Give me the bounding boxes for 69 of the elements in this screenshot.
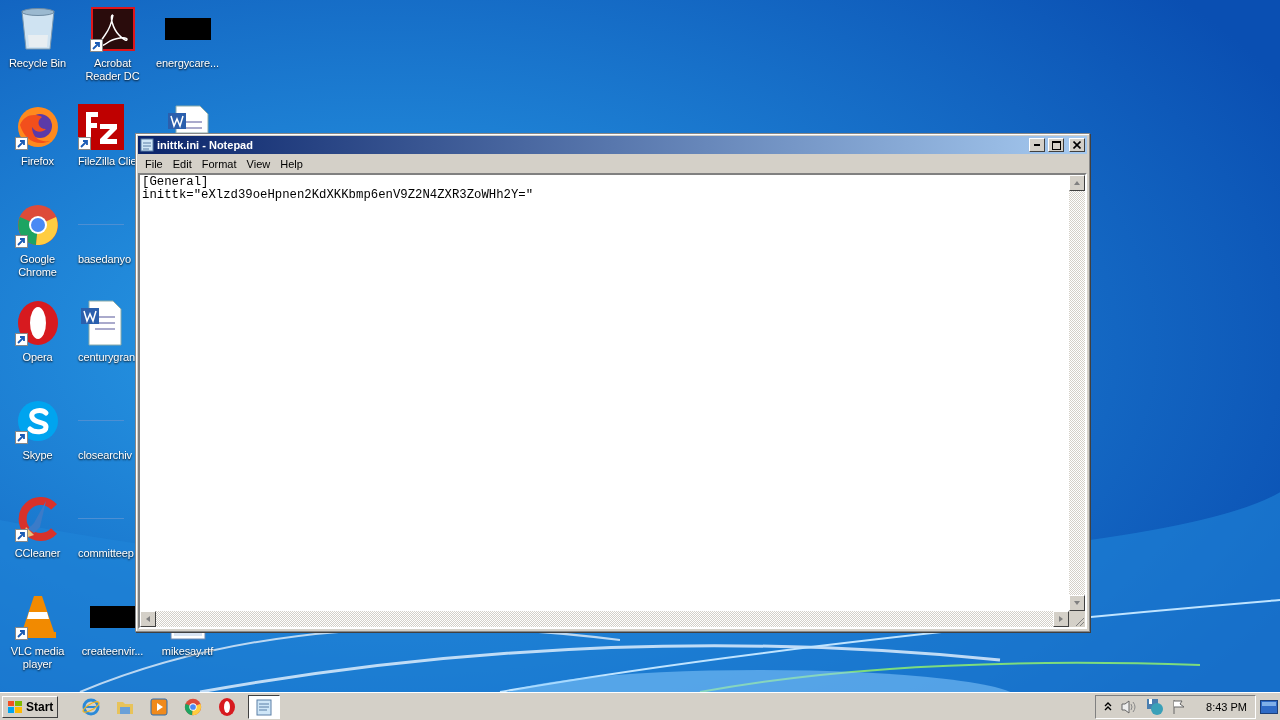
network-icon[interactable] bbox=[1146, 697, 1165, 716]
start-button[interactable]: Start bbox=[2, 695, 59, 718]
redaction-block-icon bbox=[164, 18, 211, 40]
desktop-icon-label[interactable]: VLC media player bbox=[0, 645, 75, 671]
notepad-icon bbox=[255, 697, 274, 716]
show-desktop-icon[interactable] bbox=[1260, 699, 1278, 714]
faint-line-icon bbox=[78, 224, 124, 226]
chrome-icon[interactable] bbox=[184, 697, 203, 716]
internet-explorer-icon[interactable] bbox=[82, 697, 101, 716]
redaction-block-icon bbox=[89, 606, 136, 628]
menu-item[interactable]: View bbox=[241, 157, 276, 170]
desktop-icon-label[interactable]: CCleaner bbox=[14, 547, 61, 560]
shortcut-arrow-icon bbox=[14, 137, 28, 150]
arrow-right-icon bbox=[1057, 615, 1065, 623]
desktop-icon-label[interactable]: Opera bbox=[22, 351, 53, 364]
firefox-icon bbox=[15, 105, 60, 149]
text-editor[interactable]: [General] inittk="eXlzd39oeHpnen2KdXKKbmp6enV9Z2N4ZXR3ZoWHh2Y=" bbox=[140, 175, 1069, 611]
shortcut-arrow-icon bbox=[14, 431, 28, 444]
shortcut-arrow-icon bbox=[14, 235, 28, 248]
word-document-icon bbox=[79, 300, 123, 346]
menu-item[interactable]: Edit bbox=[167, 157, 197, 170]
faint-line-icon bbox=[78, 420, 124, 422]
close-button[interactable] bbox=[1069, 138, 1085, 152]
menu-item[interactable]: File bbox=[140, 157, 168, 170]
menu-item[interactable]: Format bbox=[196, 157, 242, 170]
media-player-icon[interactable] bbox=[150, 697, 169, 716]
desktop-icon-label[interactable]: createenvir... bbox=[81, 645, 144, 658]
filezilla-icon bbox=[78, 104, 124, 150]
minimize-button[interactable] bbox=[1029, 138, 1045, 152]
faint-line-icon bbox=[78, 518, 124, 520]
close-icon bbox=[1073, 141, 1081, 149]
maximize-button[interactable] bbox=[1048, 138, 1064, 152]
resize-grip-icon[interactable] bbox=[1073, 615, 1085, 627]
word-document-icon bbox=[166, 105, 209, 133]
desktop-icon-label[interactable]: centurygran bbox=[78, 351, 135, 364]
arrow-left-icon bbox=[144, 615, 152, 623]
maximize-icon bbox=[1051, 140, 1061, 150]
desktop-icon-label[interactable]: Firefox bbox=[21, 155, 54, 168]
shortcut-arrow-icon bbox=[14, 529, 28, 542]
shortcut-arrow-icon bbox=[78, 137, 91, 150]
desktop-icon-label[interactable]: Google Chrome bbox=[0, 253, 75, 279]
desktop-icon-label[interactable]: Recycle Bin bbox=[9, 57, 66, 70]
menu-item[interactable]: Help bbox=[275, 157, 308, 170]
desktop-icon-label[interactable]: mikesay.rtf bbox=[161, 645, 214, 658]
acrobat-icon bbox=[90, 7, 135, 51]
arrow-up-icon bbox=[1073, 179, 1081, 187]
shortcut-arrow-icon bbox=[14, 333, 28, 346]
desktop-icon-label[interactable]: basedanyo bbox=[78, 253, 131, 266]
opera-icon[interactable] bbox=[219, 697, 236, 716]
chrome-icon bbox=[15, 203, 60, 247]
arrow-down-icon bbox=[1073, 599, 1081, 607]
windows-logo-icon bbox=[7, 699, 23, 714]
desktop-icon-label[interactable]: Acrobat Reader DC bbox=[75, 57, 150, 83]
shortcut-arrow-icon bbox=[14, 627, 28, 640]
skype-icon bbox=[15, 399, 60, 443]
minimize-icon bbox=[1034, 144, 1040, 146]
desktop-icon-label[interactable]: committeep bbox=[78, 547, 134, 560]
clock[interactable]: 8:43 PM bbox=[1206, 700, 1247, 713]
chevron-up-icon[interactable] bbox=[1104, 701, 1113, 712]
desktop-icon-label[interactable]: energycare... bbox=[156, 57, 219, 70]
taskbar-button[interactable] bbox=[248, 694, 281, 719]
opera-icon bbox=[15, 300, 60, 346]
desktop-icon-label[interactable]: Skype bbox=[22, 449, 53, 462]
desktop-icon-label[interactable]: closearchiv bbox=[78, 449, 132, 462]
notepad-icon bbox=[140, 138, 154, 152]
window-title: inittk.ini - Notepad bbox=[157, 139, 254, 151]
speaker-icon[interactable] bbox=[1120, 698, 1139, 715]
desktop-icon-label[interactable]: FileZilla Clie bbox=[78, 155, 137, 168]
shortcut-arrow-icon bbox=[89, 39, 103, 52]
